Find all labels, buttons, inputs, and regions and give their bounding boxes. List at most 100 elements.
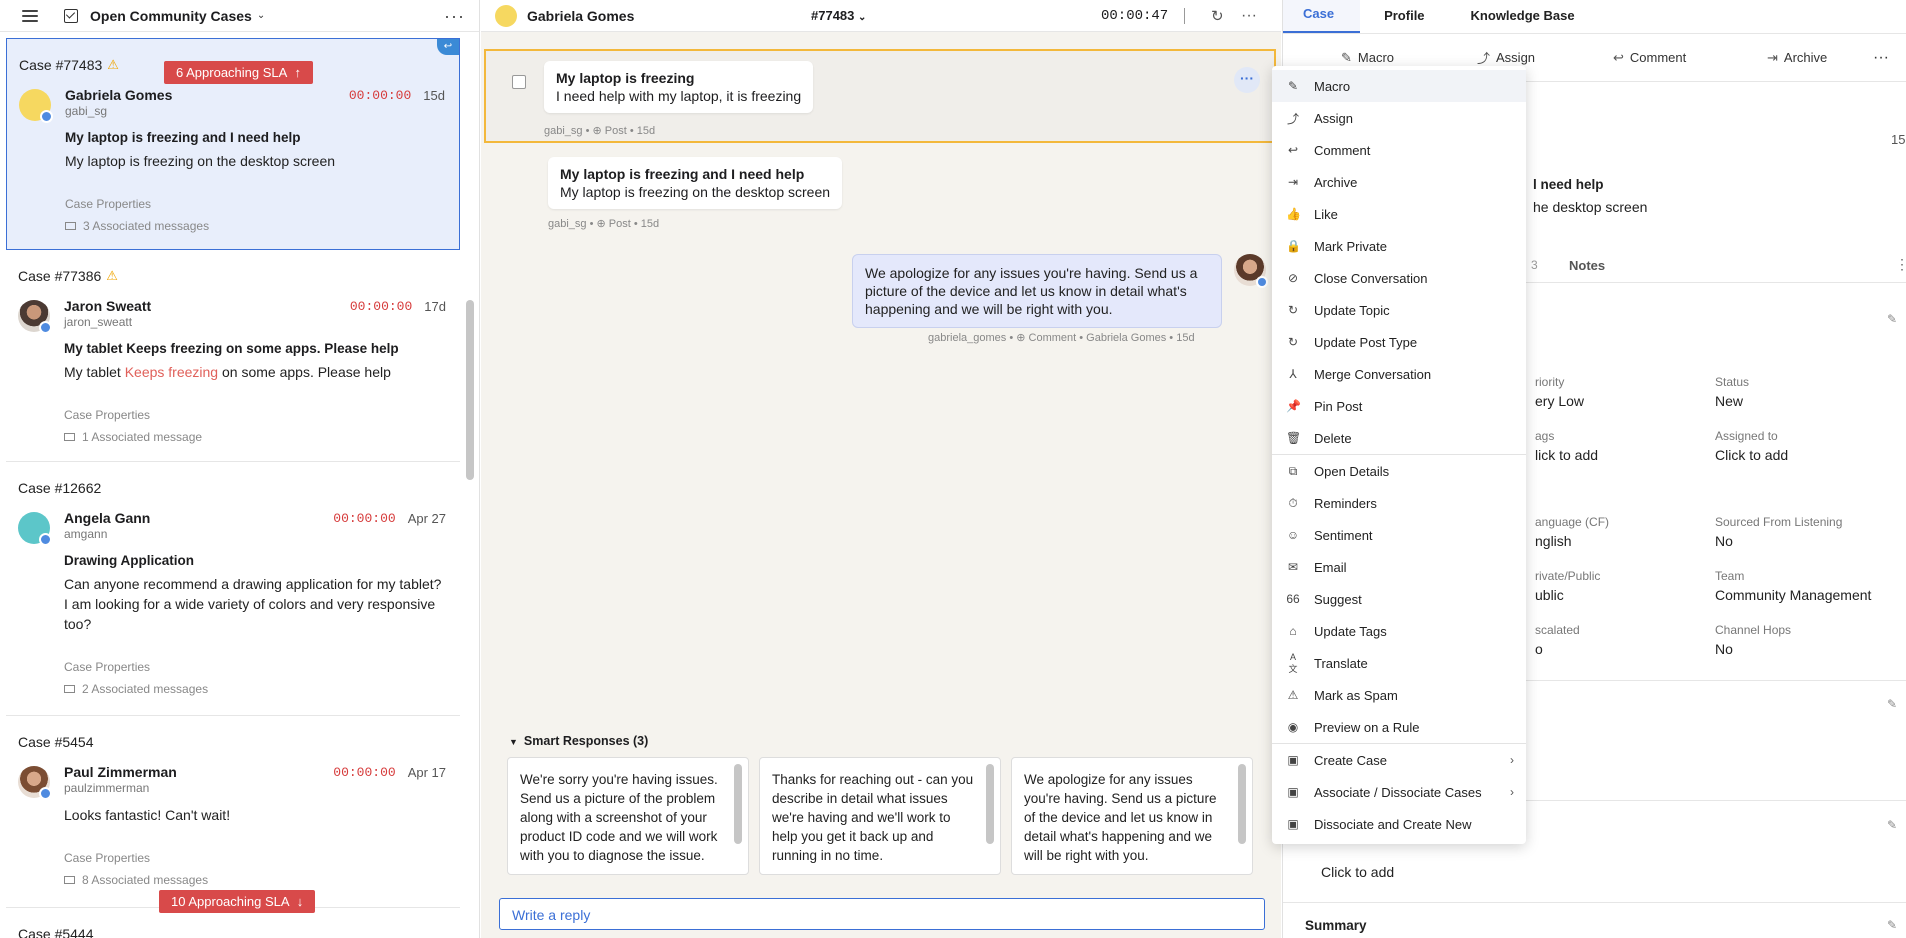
sub-tab[interactable]: 3 (1531, 258, 1538, 272)
menu-item-translate[interactable]: A文 Translate (1272, 647, 1526, 679)
field-value[interactable]: ublic (1535, 587, 1564, 603)
case-card[interactable]: Case #5444 (6, 908, 460, 938)
field-label: riority (1535, 375, 1565, 389)
selected-message[interactable]: My laptop is freezing I need help with m… (484, 49, 1276, 143)
field-value[interactable]: lick to add (1535, 447, 1598, 463)
tab-knowledge-base[interactable]: Knowledge Base (1451, 8, 1601, 33)
message-body: I need help with my laptop, it is freezi… (556, 88, 802, 104)
field-value[interactable]: nglish (1535, 533, 1572, 549)
smart-response-card[interactable]: We apologize for any issues you're havin… (1011, 757, 1253, 875)
hamburger-menu-icon[interactable] (22, 9, 38, 22)
card-scrollbar[interactable] (986, 764, 994, 844)
message-icon (65, 222, 76, 230)
case-card[interactable]: Case #77386 ⚠ Jaron Sweatt 00:00:00 17d j… (6, 250, 460, 462)
menu-item-update-tags[interactable]: ⌂ Update Tags (1272, 615, 1526, 647)
menu-item-mark-private[interactable]: 🔒 Mark Private (1272, 230, 1526, 262)
menu-item-mark-as-spam[interactable]: ⚠ Mark as Spam (1272, 679, 1526, 711)
menu-item-assign[interactable]: ⤴ Assign (1272, 102, 1526, 134)
comment-icon: ↩ (1613, 49, 1624, 65)
agent-reply-bubble: We apologize for any issues you're havin… (852, 254, 1222, 328)
message-icon (64, 685, 75, 693)
chevron-down-icon[interactable]: ⌄ (257, 10, 265, 21)
assign-action[interactable]: ⤴ Assign (1477, 48, 1535, 67)
field-value[interactable]: New (1715, 393, 1743, 409)
sla-badge-top[interactable]: 6 Approaching SLA ↑ (164, 61, 314, 84)
more-vertical-icon[interactable]: ⋮ (1895, 256, 1906, 273)
menu-item-open-details[interactable]: ⧉ Open Details (1272, 455, 1526, 487)
customer-name: Jaron Sweatt (64, 298, 152, 314)
edit-pencil-icon[interactable]: ✎ (1887, 697, 1897, 711)
comment-action[interactable]: ↩ Comment (1613, 50, 1686, 66)
case-card[interactable]: Case #5454 Paul Zimmerman 00:00:00 Apr 1… (6, 716, 460, 913)
tab-profile[interactable]: Profile (1360, 8, 1450, 33)
field-label: Assigned to (1715, 429, 1778, 443)
menu-item-label: Delete (1314, 430, 1352, 446)
edit-pencil-icon[interactable]: ✎ (1887, 918, 1897, 932)
tab-notes[interactable]: Notes (1569, 258, 1605, 273)
more-options-icon[interactable]: ··· (444, 7, 465, 25)
menu-item-sentiment[interactable]: ☺ Sentiment (1272, 519, 1526, 551)
case-properties-link[interactable]: Case Properties (65, 197, 445, 211)
tab-case[interactable]: Case (1283, 0, 1361, 33)
smart-responses-toggle[interactable]: ▼ Smart Responses (3) (509, 734, 648, 748)
message-checkbox[interactable] (512, 75, 526, 89)
case-body-text: on some apps. Please help (218, 364, 391, 380)
menu-item-create-case[interactable]: ▣ Create Case › (1272, 744, 1526, 776)
case-properties-link[interactable]: Case Properties (64, 851, 446, 865)
menu-item-update-topic[interactable]: ↻ Update Topic (1272, 294, 1526, 326)
menu-item-archive[interactable]: ⇥ Archive (1272, 166, 1526, 198)
field-value[interactable]: ery Low (1535, 393, 1584, 409)
comment-icon: ↩ (1287, 143, 1299, 157)
field-value[interactable]: Click to add (1715, 447, 1788, 463)
menu-item-pin-post[interactable]: 📌 Pin Post (1272, 390, 1526, 422)
field-value[interactable]: No (1715, 533, 1733, 549)
menu-item-reminders[interactable]: ⏱ Reminders (1272, 487, 1526, 519)
more-options-icon[interactable]: ··· (1873, 49, 1889, 67)
case-number-dropdown[interactable]: #77483 ⌄ (811, 8, 866, 23)
more-options-icon[interactable]: ··· (1241, 7, 1257, 25)
menu-item-macro[interactable]: ✎ Macro (1272, 70, 1526, 102)
card-scrollbar[interactable] (1238, 764, 1246, 844)
associated-messages[interactable]: 3 Associated messages (65, 219, 445, 233)
reply-input[interactable]: Write a reply (499, 898, 1265, 930)
smart-response-text: Thanks for reaching out - can you descri… (772, 772, 974, 863)
associated-messages[interactable]: 1 Associated message (64, 430, 446, 444)
menu-item-merge-conversation[interactable]: ⅄ Merge Conversation (1272, 358, 1526, 390)
menu-item-update-post-type[interactable]: ↻ Update Post Type (1272, 326, 1526, 358)
smart-response-card[interactable]: Thanks for reaching out - can you descri… (759, 757, 1001, 875)
field-value[interactable]: Community Management (1715, 587, 1871, 603)
reply-arrow-icon: ↩ (437, 39, 459, 55)
menu-item-suggest[interactable]: 66 Suggest (1272, 583, 1526, 615)
card-scrollbar[interactable] (734, 764, 742, 844)
customer-handle: amgann (64, 527, 108, 541)
edit-pencil-icon[interactable]: ✎ (1887, 312, 1897, 326)
menu-item-comment[interactable]: ↩ Comment (1272, 134, 1526, 166)
case-card[interactable]: Case #12662 Angela Gann 00:00:00 Apr 27 … (6, 462, 460, 716)
customer-name[interactable]: Gabriela Gomes (527, 8, 634, 24)
case-properties-link[interactable]: Case Properties (64, 660, 446, 674)
menu-item-delete[interactable]: 🗑 Delete (1272, 422, 1526, 454)
field-value[interactable]: No (1715, 641, 1733, 657)
menu-item-email[interactable]: ✉ Email (1272, 551, 1526, 583)
case-card[interactable]: ↩ Case #77483 ⚠ 6 Approaching SLA ↑ Gabri… (6, 38, 460, 250)
message-more-button[interactable]: ··· (1234, 67, 1260, 93)
menu-item-dissociate-and-create-new[interactable]: ▣ Dissociate and Create New (1272, 808, 1526, 840)
associated-messages[interactable]: 8 Associated messages (64, 873, 446, 887)
menu-item-preview-on-rule[interactable]: ◉ Preview on a Rule (1272, 711, 1526, 743)
macro-action[interactable]: ✎ Macro (1341, 50, 1394, 66)
smart-response-card[interactable]: We're sorry you're having issues. Send u… (507, 757, 749, 875)
menu-item-like[interactable]: 👍 Like (1272, 198, 1526, 230)
refresh-icon[interactable]: ↻ (1211, 7, 1224, 25)
associated-messages[interactable]: 2 Associated messages (64, 682, 446, 696)
menu-item-associate-dissociate-cases[interactable]: ▣ Associate / Dissociate Cases › (1272, 776, 1526, 808)
field-value[interactable]: o (1535, 641, 1543, 657)
case-properties-link[interactable]: Case Properties (64, 408, 446, 422)
click-to-add[interactable]: Click to add (1321, 864, 1394, 880)
edit-pencil-icon[interactable]: ✎ (1887, 818, 1897, 832)
archive-action[interactable]: ⇥ Archive (1767, 50, 1827, 66)
select-all-checkbox-icon[interactable] (64, 8, 78, 23)
message-bubble: My laptop is freezing I need help with m… (544, 61, 814, 113)
case-list-scrollbar[interactable] (466, 300, 474, 480)
menu-item-close-conversation[interactable]: ⊘ Close Conversation (1272, 262, 1526, 294)
view-title[interactable]: Open Community Cases (90, 8, 252, 24)
